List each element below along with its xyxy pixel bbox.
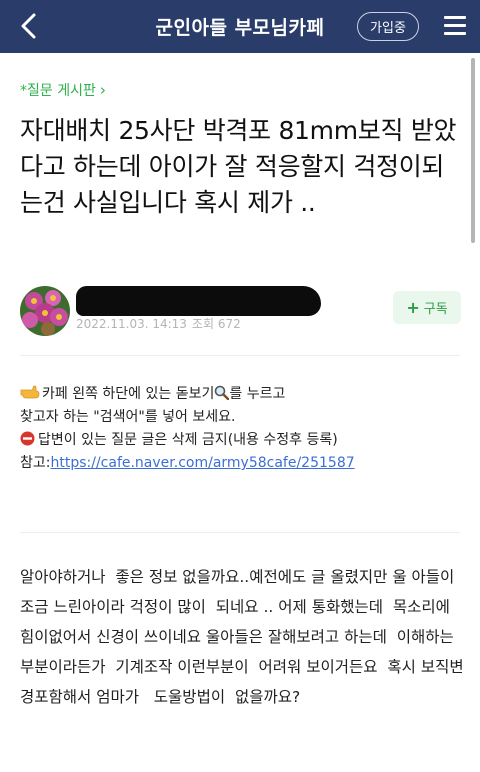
post-body: 알아야하거나 좋은 정보 없을까요..예전에도 글 올렸지만 울 아들이 조금 … — [20, 568, 465, 706]
divider — [20, 532, 460, 533]
notice-ref-prefix: 참고: — [20, 455, 51, 471]
board-notice: 카페 왼쪽 하단에 있는 돋보기 를 누르고 찾고자 하는 "검색어"를 넣어 … — [20, 383, 465, 475]
avatar[interactable] — [20, 286, 70, 336]
subscribe-label: 구독 — [423, 302, 448, 317]
plus-icon: + — [406, 298, 420, 317]
notice-line1-b: 를 누르고 — [229, 386, 286, 402]
notice-line3: 답변이 있는 질문 글은 삭제 금지(내용 수정후 등록) — [38, 432, 338, 448]
board-link[interactable]: *질문 게시판 › — [20, 80, 106, 100]
pointing-hand-icon — [20, 384, 40, 399]
app-header: 군인아들 부모님카페 가입중 — [0, 0, 480, 53]
magnifier-icon — [214, 385, 230, 401]
divider — [20, 355, 460, 356]
author-name-redacted[interactable] — [76, 286, 321, 316]
board-label: *질문 게시판 — [20, 83, 96, 99]
post-meta: 2022.11.03. 14:13 조회 672 — [76, 315, 246, 332]
post-date: 2022.11.03. 14:13 — [76, 317, 187, 331]
notice-line1-a: 카페 왼쪽 하단에 있는 돋보기 — [42, 386, 215, 402]
subscribe-button[interactable]: + 구독 — [393, 291, 461, 324]
no-entry-icon — [20, 431, 35, 446]
notice-line2: 찾고자 하는 "검색어"를 넣어 보세요. — [20, 409, 236, 425]
chevron-right-icon: › — [99, 81, 106, 99]
scrollbar[interactable] — [471, 58, 475, 243]
post-title: 자대배치 25사단 박격포 81mm보직 받았다고 하는데 아이가 잘 적응할지… — [20, 116, 457, 217]
reference-link[interactable]: https://cafe.naver.com/army58cafe/251587 — [50, 455, 354, 471]
view-count: 조회 672 — [191, 317, 241, 331]
hamburger-menu-icon[interactable] — [444, 16, 466, 35]
joined-button[interactable]: 가입중 — [357, 12, 419, 41]
